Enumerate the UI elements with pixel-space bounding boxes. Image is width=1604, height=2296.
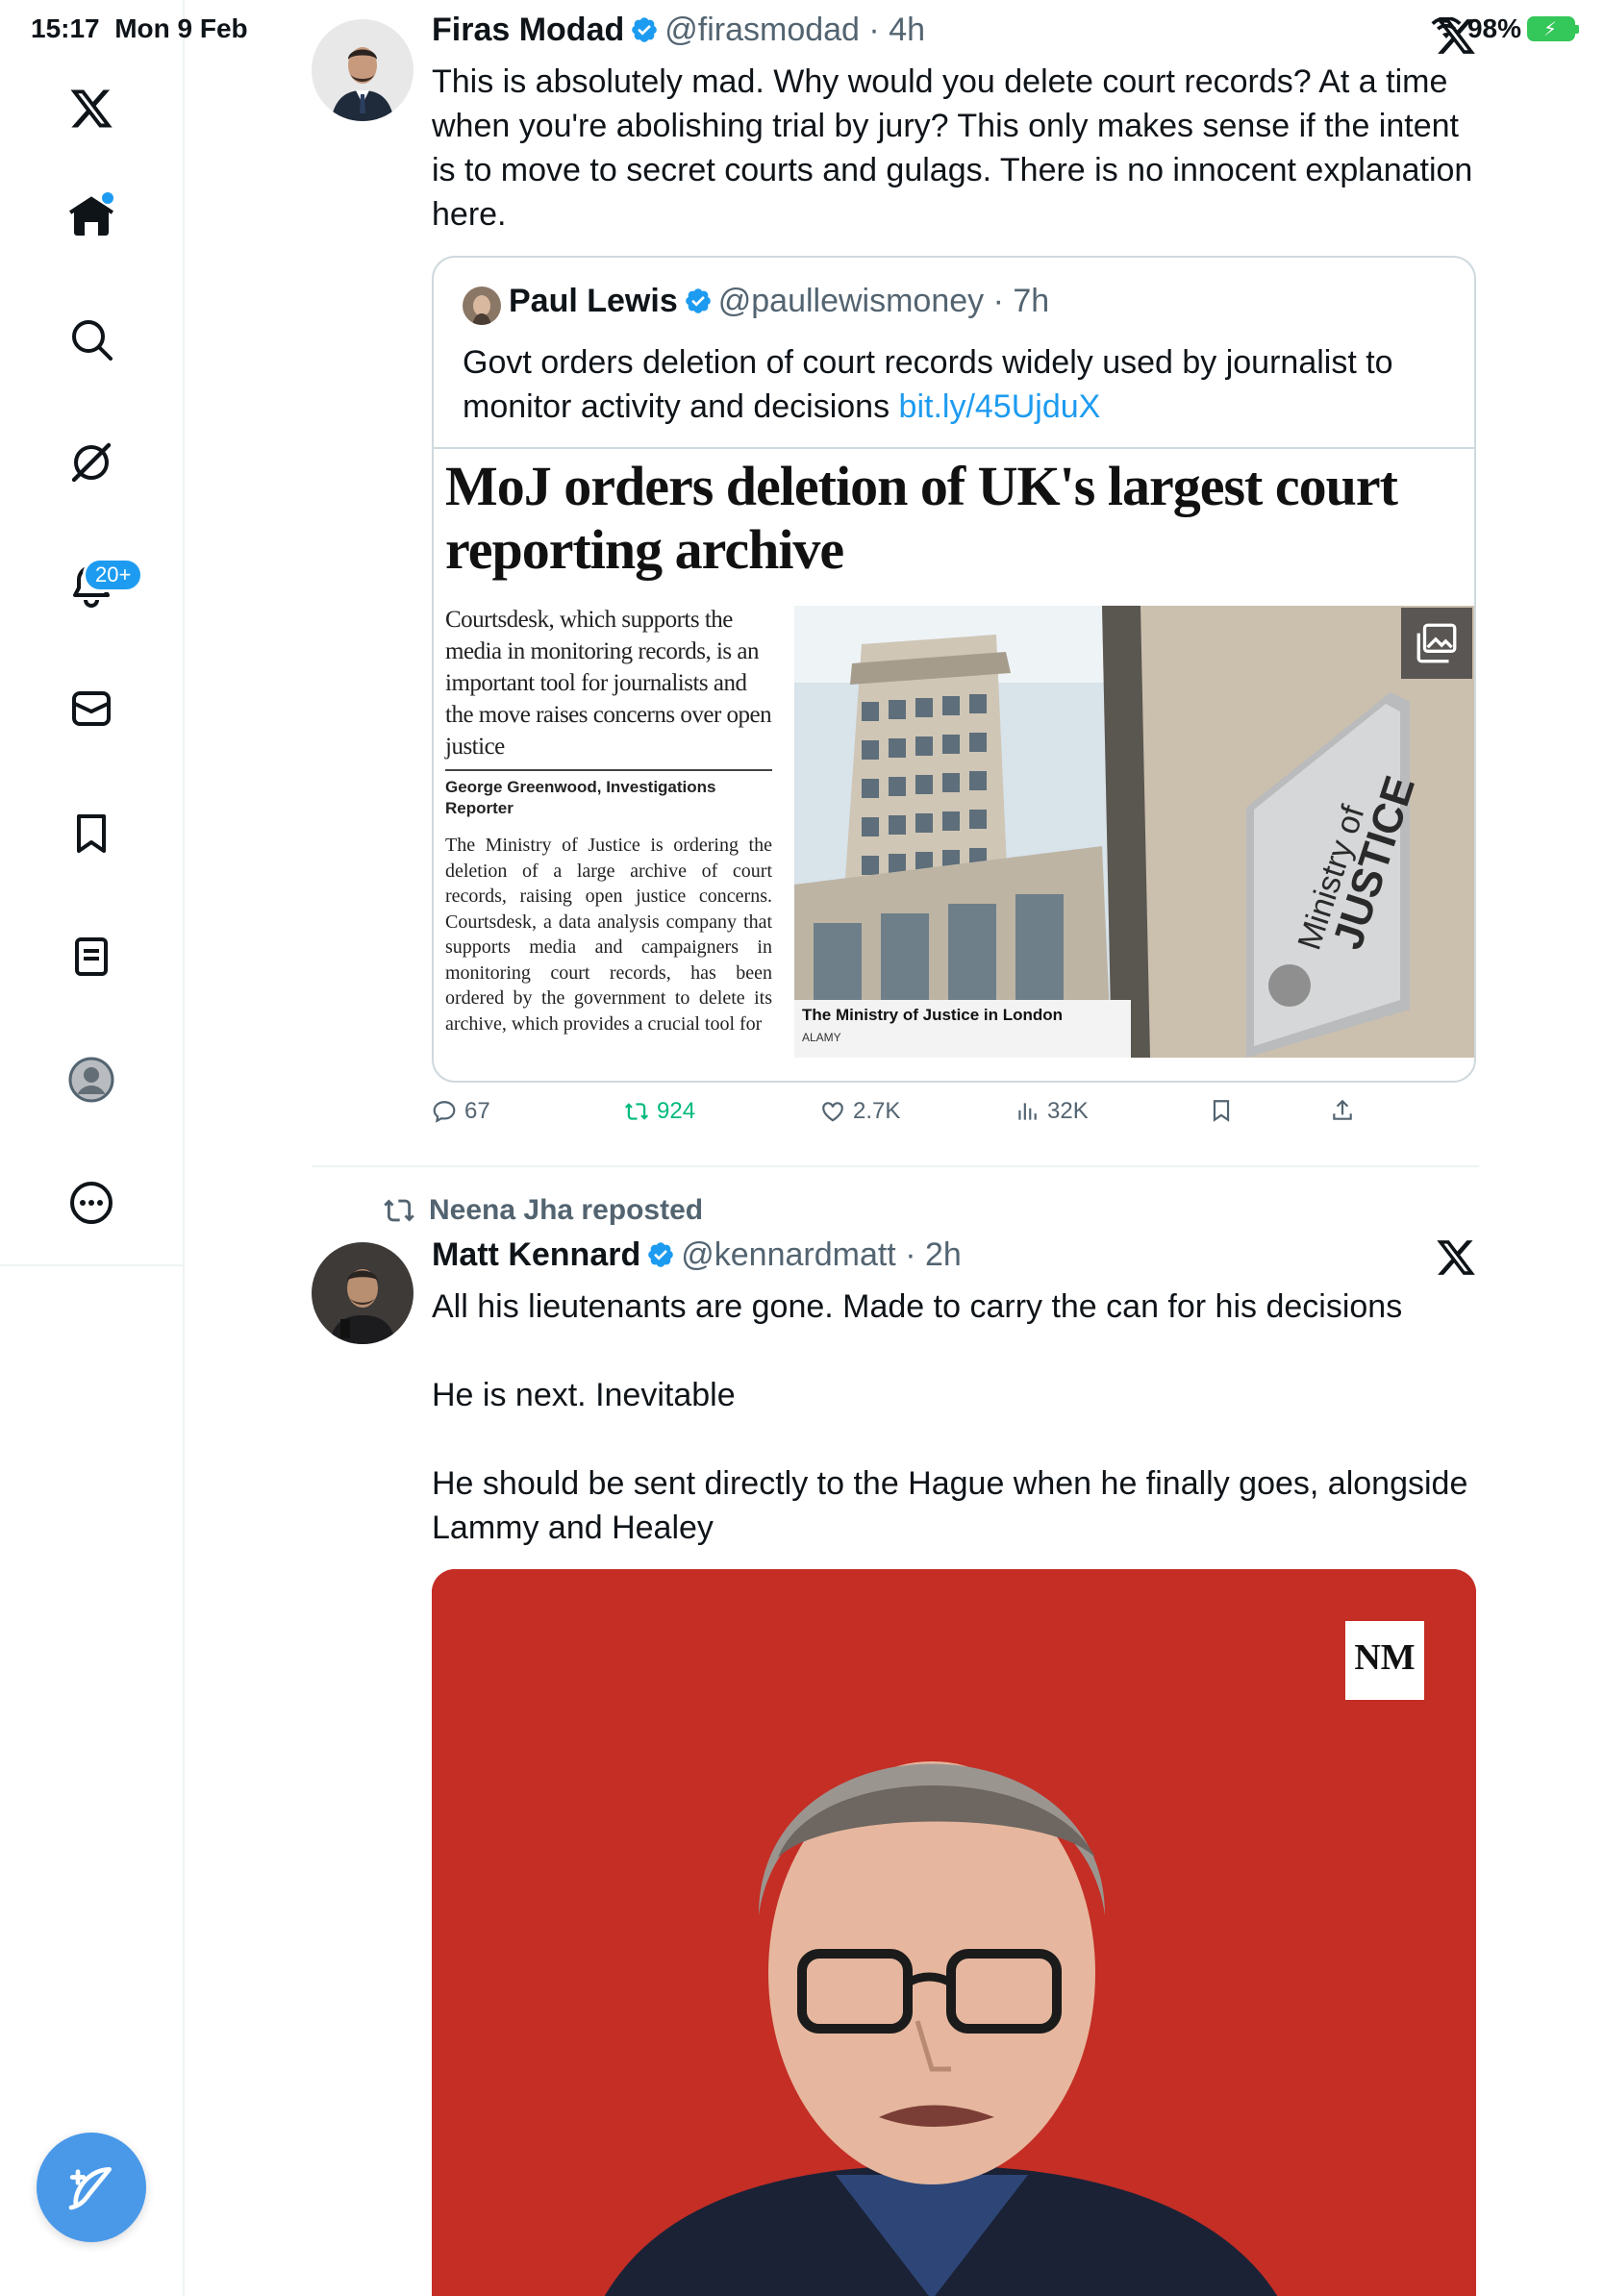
article-lede: Courtsdesk, which supports the media in … <box>445 607 772 760</box>
views-button[interactable]: 32K <box>1015 1098 1089 1125</box>
verified-badge-icon <box>648 1242 674 1267</box>
reply-icon <box>433 1101 456 1123</box>
home-unread-dot <box>102 192 113 204</box>
quoted-author-handle: @paullewismoney <box>717 283 985 319</box>
reposted-by-text[interactable]: Neena Jha reposted <box>429 1194 703 1227</box>
tweet-text-line: here. <box>432 196 507 233</box>
article-headline-line: MoJ orders deletion of UK's largest cour… <box>445 455 1398 517</box>
share-button[interactable] <box>1330 1098 1355 1123</box>
verified-badge-icon <box>685 288 711 313</box>
tweet-text-line: is to move to secret courts and gulags. … <box>432 152 1473 188</box>
tweet-text-line: He should be sent directly to the Hague … <box>432 1465 1468 1502</box>
x-logo-icon[interactable] <box>1435 1236 1477 1279</box>
messages-icon[interactable] <box>63 681 119 736</box>
quoted-text-line: monitor activity and decisions <box>463 388 899 425</box>
bookmark-button[interactable] <box>1209 1098 1234 1123</box>
article-photo[interactable]: Ministry of JUSTICE The Ministry of Just… <box>794 606 1474 1058</box>
tweet-time[interactable]: 2h <box>925 1236 962 1273</box>
quoted-author-avatar <box>463 287 501 325</box>
media-brand-logo: NM <box>1345 1621 1424 1700</box>
repost-icon <box>624 1103 649 1120</box>
tweet-actions: 67 924 2.7K 32K <box>432 1098 1393 1136</box>
status-time: 15:17 Mon 9 Feb <box>31 13 248 43</box>
quote-divider <box>434 447 1474 449</box>
grok-icon[interactable] <box>63 435 119 490</box>
quoted-text-line: Govt orders deletion of court records wi… <box>463 344 1393 381</box>
search-icon[interactable] <box>63 312 119 367</box>
tweet-media-image[interactable]: NM <box>432 1569 1476 2296</box>
article-headline-line: reporting archive <box>445 518 844 581</box>
article-link[interactable]: bit.ly/45UjduX <box>899 388 1101 425</box>
like-count: 2.7K <box>853 1098 901 1124</box>
views-count: 32K <box>1047 1098 1089 1124</box>
article-rule <box>445 769 772 771</box>
bookmarks-icon[interactable] <box>63 806 119 861</box>
repost-icon <box>384 1199 414 1222</box>
tweet-divider <box>312 1165 1479 1167</box>
compose-post-button[interactable] <box>37 2133 146 2242</box>
views-chart-icon <box>1018 1103 1037 1120</box>
sidebar-divider <box>0 1264 185 1266</box>
more-options-icon[interactable] <box>63 1175 119 1231</box>
quoted-author-name: Paul Lewis <box>509 283 678 319</box>
article-byline: George Greenwood, Investigations Reporte… <box>445 778 716 817</box>
lists-icon[interactable] <box>63 929 119 985</box>
sidebar-nav: 20+ <box>0 0 185 2296</box>
bookmark-icon <box>1213 1100 1230 1122</box>
author-handle[interactable]: @kennardmatt <box>681 1236 896 1273</box>
tweet-text-line <box>432 1417 1467 1461</box>
repost-count: 924 <box>657 1098 696 1124</box>
tweet-text: All his lieutenants are gone. Made to ca… <box>432 1285 1467 1550</box>
wifi-icon <box>1431 17 1462 38</box>
image-gallery-icon[interactable] <box>1401 608 1472 679</box>
article-body: The Ministry of Justice is ordering the … <box>445 835 772 1035</box>
compose-feather-icon <box>68 2167 112 2210</box>
battery-percent: 98% <box>1466 13 1521 43</box>
repost-button[interactable]: 924 <box>624 1098 695 1125</box>
home-icon[interactable] <box>63 188 119 244</box>
photo-caption: The Ministry of Justice in London ALAMY <box>794 1000 1131 1058</box>
tweet-text: This is absolutely mad. Why would you de… <box>432 60 1472 237</box>
tweet-header: Matt Kennard @kennardmatt · 2h <box>432 1236 962 1273</box>
photo-caption-text: The Ministry of Justice in London <box>802 1006 1064 1024</box>
status-indicators: 98% ⚡ <box>1431 13 1579 44</box>
share-icon <box>1333 1099 1352 1120</box>
tweet-text-line: when you're abolishing trial by jury? Th… <box>432 108 1459 144</box>
quoted-tweet-header: Paul Lewis @paullewismoney · 7h <box>509 283 1050 319</box>
article-headline: MoJ orders deletion of UK's largest cour… <box>445 455 1398 582</box>
tweet-text-line <box>432 1329 1467 1373</box>
status-bar: 15:17 Mon 9 Feb 98% ⚡ <box>0 0 1604 60</box>
profile-avatar-icon[interactable] <box>63 1052 119 1108</box>
author-name[interactable]: Matt Kennard <box>432 1236 640 1273</box>
tweet-text-line: Lammy and Healey <box>432 1510 714 1546</box>
like-button[interactable]: 2.7K <box>820 1098 900 1125</box>
tweet-text-line: He is next. Inevitable <box>432 1377 736 1413</box>
x-logo-icon[interactable] <box>63 81 119 137</box>
battery-icon: ⚡ <box>1527 16 1579 41</box>
reply-count: 67 <box>464 1098 490 1124</box>
quoted-tweet-card[interactable]: Paul Lewis @paullewismoney · 7h Govt orde… <box>432 256 1476 1083</box>
tweet-text-line: This is absolutely mad. Why would you de… <box>432 63 1448 100</box>
repost-indicator: Neena Jha reposted <box>383 1194 703 1227</box>
photo-credit: ALAMY <box>802 1031 841 1044</box>
quoted-tweet-text: Govt orders deletion of court records wi… <box>463 340 1453 429</box>
quoted-tweet-time: 7h <box>1013 283 1050 319</box>
author-avatar[interactable] <box>312 1242 414 1344</box>
tweet-text-line: All his lieutenants are gone. Made to ca… <box>432 1288 1403 1325</box>
notifications-badge: 20+ <box>83 558 144 592</box>
reply-button[interactable]: 67 <box>432 1098 490 1125</box>
heart-icon <box>822 1102 843 1122</box>
